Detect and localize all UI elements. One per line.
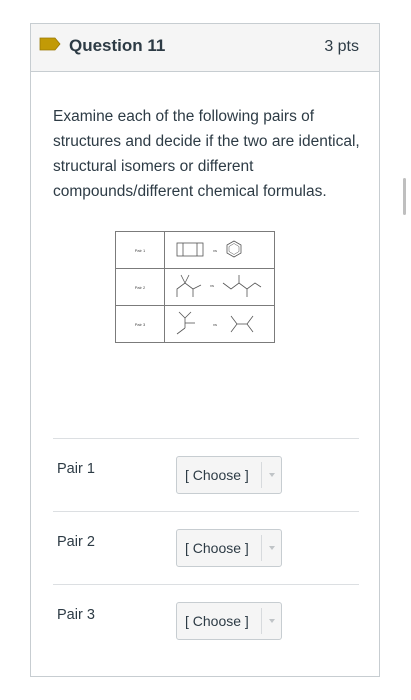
figure-row-label: Pair 1 bbox=[115, 231, 165, 269]
figure-row: Pair 2 vs bbox=[115, 268, 275, 306]
caret-down-icon bbox=[269, 546, 275, 550]
pair-2-select[interactable]: [ Choose ] bbox=[176, 529, 282, 567]
answer-label: Pair 2 bbox=[57, 534, 95, 550]
pair-3-select[interactable]: [ Choose ] bbox=[176, 602, 282, 640]
scrollbar-thumb[interactable] bbox=[403, 178, 406, 215]
answer-label: Pair 3 bbox=[57, 607, 95, 623]
pair-1-select[interactable]: [ Choose ] bbox=[176, 456, 282, 494]
pair-2-structures: vs bbox=[176, 274, 262, 297]
vs-label: vs bbox=[213, 322, 217, 327]
select-value: [ Choose ] bbox=[185, 613, 249, 629]
select-value: [ Choose ] bbox=[185, 467, 249, 483]
vs-label: vs bbox=[213, 248, 217, 253]
vs-label: vs bbox=[210, 283, 214, 288]
answer-label: Pair 1 bbox=[57, 461, 95, 477]
answer-row-pair-1: Pair 1 [ Choose ] bbox=[53, 438, 359, 511]
structures-figure: Pair 1 vs Pair 2 vs Pair 3 vs bbox=[115, 231, 275, 343]
question-card: Question 11 3 pts Examine each of the fo… bbox=[30, 23, 380, 677]
pair-1-structures: vs bbox=[176, 240, 242, 258]
question-title: Question 11 bbox=[69, 36, 166, 55]
pair-3-structures: vs bbox=[176, 311, 254, 335]
caret-down-icon bbox=[269, 473, 275, 477]
answer-list: Pair 1 [ Choose ] Pair 2 [ Choose ] Pair… bbox=[53, 438, 359, 657]
select-value: [ Choose ] bbox=[185, 540, 249, 556]
question-points: 3 pts bbox=[324, 38, 359, 55]
figure-row: Pair 3 vs bbox=[115, 305, 275, 343]
figure-row: Pair 1 vs bbox=[115, 231, 275, 269]
answer-row-pair-2: Pair 2 [ Choose ] bbox=[53, 511, 359, 584]
answer-row-pair-3: Pair 3 [ Choose ] bbox=[53, 584, 359, 657]
question-text: Examine each of the following pairs of s… bbox=[53, 108, 360, 200]
bookmark-flag-icon[interactable] bbox=[39, 37, 61, 51]
question-header: Question 11 3 pts bbox=[31, 24, 379, 72]
figure-row-label: Pair 2 bbox=[115, 268, 165, 306]
figure-row-label: Pair 3 bbox=[115, 305, 165, 343]
caret-down-icon bbox=[269, 619, 275, 623]
